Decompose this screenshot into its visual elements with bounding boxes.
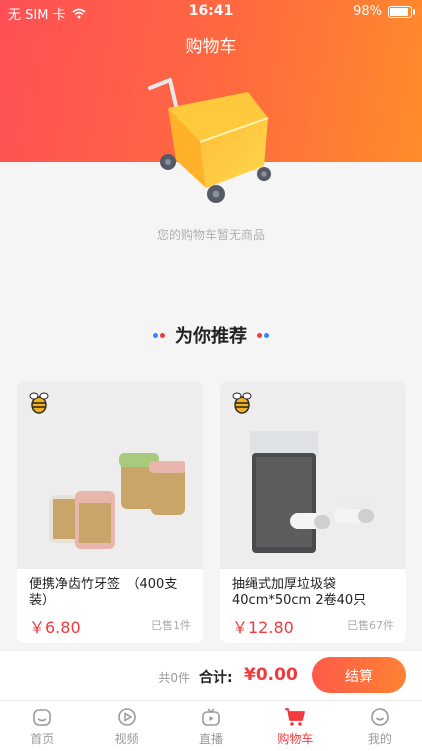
- home-icon: [33, 708, 52, 726]
- product-price: ￥12.80: [232, 618, 294, 637]
- bee-logo-icon: [232, 392, 252, 414]
- product-name: 便携净齿竹牙签 （400支装）: [29, 577, 178, 608]
- tab-label: 直播: [199, 731, 224, 746]
- tab-video[interactable]: 视频: [84, 701, 168, 751]
- product-card[interactable]: 便携净齿竹牙签 （400支装） ￥6.80 已售1件: [17, 381, 203, 643]
- product-price: ￥6.80: [29, 618, 81, 637]
- video-icon: [117, 707, 136, 726]
- tab-live[interactable]: 直播: [169, 701, 253, 751]
- live-icon: [202, 707, 220, 726]
- page-title: 购物车: [185, 37, 237, 57]
- empty-cart-illustration: [148, 78, 271, 203]
- product-sold-count: 已售67件: [347, 619, 394, 632]
- cart-icon: [285, 707, 306, 726]
- product-name: 抽绳式加厚垃圾袋40cm*50cm 2卷40只: [232, 577, 367, 608]
- tab-label: 视频: [114, 731, 139, 746]
- total-label: 合计:: [199, 670, 233, 686]
- recommend-heading: 为你推荐: [0, 322, 422, 348]
- tab-label: 我的: [367, 731, 392, 746]
- item-count: 共0件: [158, 671, 190, 685]
- tab-profile[interactable]: 我的: [338, 701, 422, 751]
- empty-cart-message: 您的购物车暂无商品: [156, 228, 265, 242]
- decor-dots-right: [257, 332, 269, 338]
- product-image-toothpicks: [17, 381, 203, 569]
- product-image-trash-bags: [220, 381, 406, 569]
- product-sold-count: 已售1件: [151, 619, 191, 632]
- total-amount: ¥0.00: [244, 665, 298, 685]
- bee-logo-icon: [29, 392, 49, 414]
- tab-cart[interactable]: 购物车: [253, 701, 337, 751]
- tab-label: 购物车: [277, 731, 314, 746]
- status-bar: 无 SIM 卡 16:41 98%: [0, 0, 422, 24]
- bottom-tab-bar: 首页 视频 直播 购物车 我的: [0, 700, 422, 751]
- checkout-bar: 共0件 合计: ¥0.00 结算: [0, 650, 422, 701]
- tab-home[interactable]: 首页: [0, 701, 84, 751]
- tab-label: 首页: [30, 731, 55, 746]
- product-card[interactable]: 抽绳式加厚垃圾袋40cm*50cm 2卷40只 ￥12.80 已售67件: [220, 381, 406, 643]
- decor-dots-left: [153, 332, 165, 338]
- profile-icon: [371, 707, 389, 726]
- checkout-button[interactable]: 结算: [312, 657, 406, 693]
- recommend-title: 为你推荐: [175, 326, 247, 347]
- battery-percent: 98%: [353, 4, 382, 19]
- battery-icon: [388, 5, 415, 18]
